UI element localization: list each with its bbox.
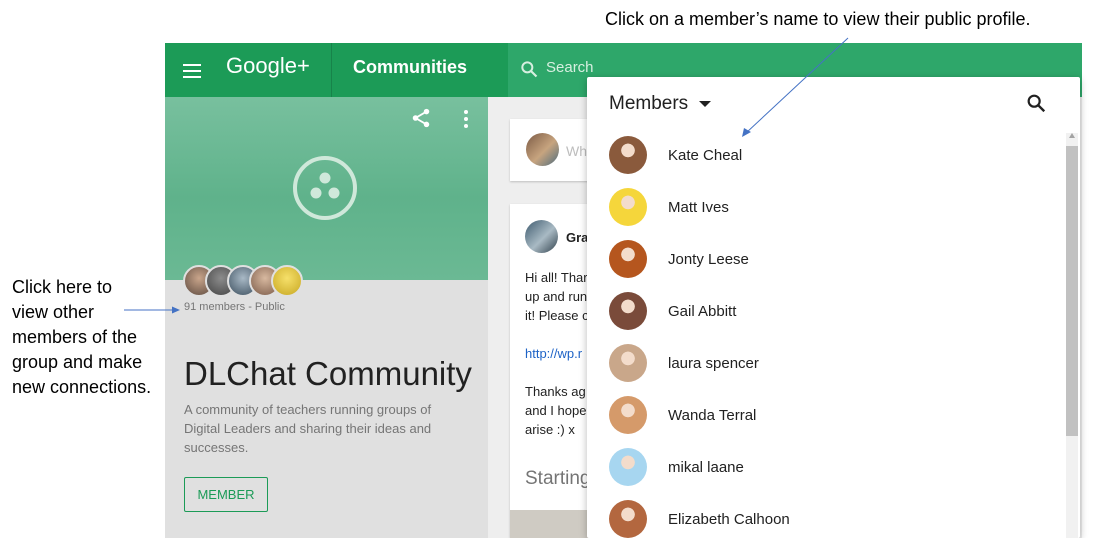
member-name[interactable]: Matt Ives: [668, 199, 729, 216]
community-title: DLChat Community: [184, 355, 472, 392]
section-title[interactable]: Communities: [353, 57, 467, 78]
share-icon[interactable]: [410, 107, 432, 129]
list-item[interactable]: mikal laane: [587, 441, 1065, 493]
member-name[interactable]: Kate Cheal: [668, 147, 742, 164]
avatar: [271, 265, 303, 297]
section-heading: Starting: [525, 468, 591, 489]
avatar[interactable]: [609, 448, 647, 486]
member-name[interactable]: laura spencer: [668, 355, 759, 372]
member-button[interactable]: MEMBER: [184, 477, 268, 512]
member-count-link[interactable]: 91 members - Public: [184, 301, 285, 313]
community-banner: [165, 97, 488, 280]
community-description: A community of teachers running groups o…: [184, 402, 432, 455]
list-item[interactable]: Gail Abbitt: [587, 285, 1065, 337]
avatar[interactable]: [609, 500, 647, 538]
topbar-divider: [331, 43, 332, 97]
search-placeholder: Search: [546, 59, 594, 76]
list-item[interactable]: Matt Ives: [587, 181, 1065, 233]
search-icon: [521, 61, 538, 78]
avatar[interactable]: [609, 396, 647, 434]
members-panel: Members Kate Cheal Matt Ives Jonty Leese…: [587, 77, 1080, 538]
avatar[interactable]: [609, 188, 647, 226]
communities-logo-icon: [293, 156, 357, 220]
scrollbar-thumb[interactable]: [1066, 146, 1078, 436]
avatar[interactable]: [609, 344, 647, 382]
member-name[interactable]: mikal laane: [668, 459, 744, 476]
member-name[interactable]: Wanda Terral: [668, 407, 756, 424]
member-name[interactable]: Jonty Leese: [668, 251, 749, 268]
list-item[interactable]: Jonty Leese: [587, 233, 1065, 285]
annotation-view-members: Click here to view other members of the …: [12, 277, 152, 397]
more-options-icon[interactable]: [462, 109, 470, 129]
avatar[interactable]: [525, 220, 558, 253]
avatar[interactable]: [609, 292, 647, 330]
list-item[interactable]: laura spencer: [587, 337, 1065, 389]
chevron-down-icon[interactable]: [699, 101, 711, 107]
members-panel-title[interactable]: Members: [609, 93, 688, 115]
member-name[interactable]: Elizabeth Calhoon: [668, 511, 790, 528]
annotation-member-profile: Click on a member’s name to view their p…: [605, 9, 1031, 29]
avatar: [526, 133, 559, 166]
list-item[interactable]: Kate Cheal: [587, 129, 1065, 181]
search-icon[interactable]: [1025, 92, 1047, 114]
list-item[interactable]: Wanda Terral: [587, 389, 1065, 441]
scroll-up-arrow-icon[interactable]: [1069, 133, 1075, 138]
avatar[interactable]: [609, 240, 647, 278]
scrollbar[interactable]: [1066, 133, 1078, 538]
community-info-column: 91 members - Public DLChat Community A c…: [165, 97, 488, 538]
avatar[interactable]: [609, 136, 647, 174]
google-plus-logo[interactable]: Google+: [226, 53, 310, 79]
list-item[interactable]: Elizabeth Calhoon: [587, 493, 1065, 538]
member-name[interactable]: Gail Abbitt: [668, 303, 736, 320]
post-author[interactable]: Gra: [566, 230, 588, 245]
hamburger-menu-icon[interactable]: [181, 60, 203, 80]
share-box-placeholder: Wh: [566, 143, 587, 159]
